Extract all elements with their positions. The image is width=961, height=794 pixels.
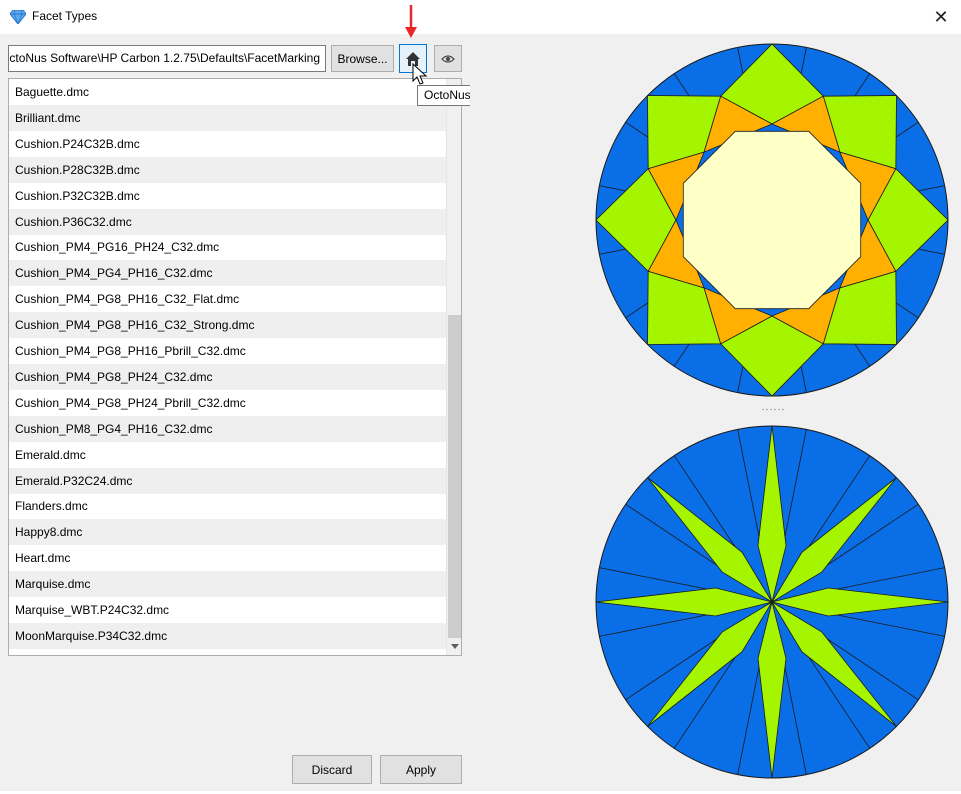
list-item[interactable]: Flanders.dmc	[9, 493, 447, 519]
chevron-down-icon	[450, 644, 459, 649]
list-item[interactable]: Brilliant.dmc	[9, 104, 447, 131]
list-item[interactable]: Cushion_PM4_PG8_PH16_C32_Strong.dmc	[9, 312, 447, 339]
list-item[interactable]: Heart.dmc	[9, 545, 447, 571]
list-item[interactable]: Cushion_PM4_PG8_PH16_Pbrill_C32.dmc	[9, 338, 447, 364]
discard-button[interactable]: Discard	[292, 755, 372, 784]
list-item[interactable]: MoonMarquise.P36C32.dmc	[9, 649, 447, 656]
list-item[interactable]: MoonMarquise.P34C32.dmc	[9, 622, 447, 649]
close-icon: ✕	[933, 6, 949, 27]
scroll-down-button[interactable]	[447, 638, 461, 655]
diamond-icon	[10, 10, 26, 24]
list-item[interactable]: Cushion.P32C32B.dmc	[9, 183, 447, 209]
list-item[interactable]: Baguette.dmc	[9, 79, 447, 105]
list-item[interactable]: Cushion_PM8_PG4_PH16_C32.dmc	[9, 415, 447, 442]
list-item[interactable]: Cushion_PM4_PG8_PH24_C32.dmc	[9, 363, 447, 390]
list-item[interactable]: Emerald.P32C24.dmc	[9, 467, 447, 494]
list-item[interactable]: Emerald.dmc	[9, 442, 447, 468]
apply-button[interactable]: Apply	[380, 755, 462, 784]
list-item[interactable]: Cushion.P28C32B.dmc	[9, 156, 447, 183]
pavilion-diagram	[595, 425, 949, 779]
title-bar: Facet Types ✕	[0, 0, 961, 34]
list-item[interactable]: Cushion_PM4_PG8_PH16_C32_Flat.dmc	[9, 286, 447, 312]
list-item[interactable]: Happy8.dmc	[9, 519, 447, 546]
list-scrollbar[interactable]	[446, 79, 461, 655]
table-facet	[682, 130, 862, 310]
close-button[interactable]: ✕	[921, 0, 961, 34]
list-item[interactable]: Cushion_PM4_PG8_PH24_Pbrill_C32.dmc	[9, 390, 447, 416]
mouse-cursor-icon	[412, 63, 428, 85]
preview-button[interactable]	[434, 45, 462, 72]
list-item[interactable]: Cushion_PM4_PG16_PH24_C32.dmc	[9, 234, 447, 260]
list-item[interactable]: Cushion.P24C32B.dmc	[9, 131, 447, 157]
window-title: Facet Types	[32, 9, 98, 23]
list-item[interactable]: Cushion_PM4_PG4_PH16_C32.dmc	[9, 260, 447, 287]
facet-file-list[interactable]: Baguette.dmc Brilliant.dmc Cushion.P24C32B…	[8, 78, 462, 656]
list-item[interactable]: Marquise_WBT.P24C32.dmc	[9, 597, 447, 623]
crown-diagram	[595, 43, 949, 397]
browse-button[interactable]: Browse...	[331, 45, 394, 72]
annotation-arrow-icon	[405, 5, 417, 38]
eye-icon	[441, 54, 455, 63]
list-item[interactable]: Marquise.dmc	[9, 571, 447, 598]
path-input-value: C:\Users\Public\OctoNus Software\HP Carb…	[9, 51, 320, 65]
scroll-thumb[interactable]	[448, 315, 461, 638]
path-input[interactable]: C:\Users\Public\OctoNus Software\HP Carb…	[8, 45, 326, 72]
crown-preview-panel	[470, 34, 961, 408]
pavilion-preview-panel	[470, 411, 961, 791]
list-item[interactable]: Cushion.P36C32.dmc	[9, 208, 447, 235]
